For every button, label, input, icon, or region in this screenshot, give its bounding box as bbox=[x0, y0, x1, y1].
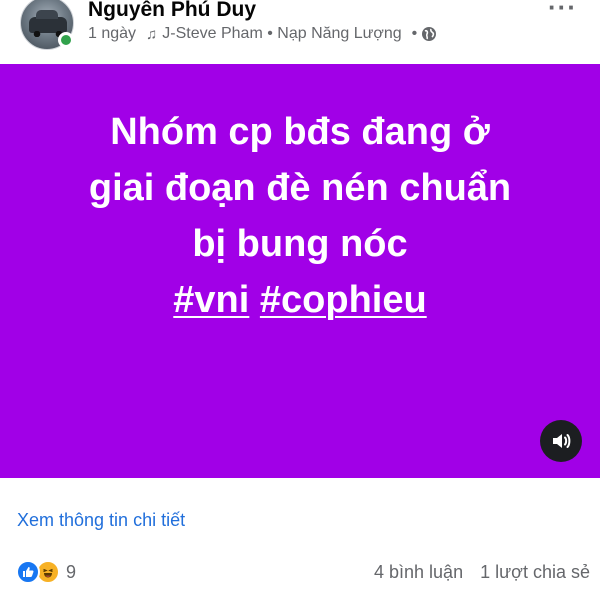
post-footer: 9 4 bình luận 1 lượt chia sẻ bbox=[0, 560, 600, 590]
like-icon bbox=[16, 560, 40, 584]
engagement-stats: 4 bình luận 1 lượt chia sẻ bbox=[374, 562, 590, 583]
post-text-line: giai đoạn đè nén chuẩn bbox=[88, 167, 512, 209]
share-count[interactable]: 1 lượt chia sẻ bbox=[480, 562, 590, 582]
hashtag-row: #vni #cophieu bbox=[60, 272, 540, 328]
reaction-summary[interactable]: 9 bbox=[16, 560, 76, 584]
post-meta: 1 ngày ♫ J-Steve Pham • Nạp Năng Lượng • bbox=[88, 25, 437, 43]
comment-count[interactable]: 4 bình luận bbox=[374, 562, 463, 582]
reaction-count: 9 bbox=[66, 561, 77, 582]
post-text: Nhóm cp bđs đang ở giai đoạn đè nén chuẩ… bbox=[60, 104, 540, 328]
hashtag-cophieu[interactable]: #cophieu bbox=[260, 279, 427, 321]
more-options-icon[interactable]: ··· bbox=[548, 0, 577, 20]
avatar-car-image bbox=[29, 10, 67, 37]
music-note-icon: ♫ bbox=[146, 25, 158, 43]
hashtag-vni[interactable]: #vni bbox=[173, 279, 249, 321]
globe-icon bbox=[421, 26, 437, 42]
online-status-indicator bbox=[58, 32, 74, 48]
post-text-line: Nhóm cp bđs đang ở bbox=[110, 111, 490, 153]
post-header: Nguyễn Phú Duy 1 ngày ♫ J-Steve Pham • N… bbox=[0, 0, 600, 64]
meta-separator: • bbox=[411, 25, 418, 42]
post-time[interactable]: 1 ngày bbox=[88, 25, 136, 43]
song-info[interactable]: J-Steve Pham • Nạp Năng Lượng bbox=[162, 25, 401, 43]
see-details-link[interactable]: Xem thông tin chi tiết bbox=[17, 510, 185, 531]
post-text-line: bị bung nóc bbox=[192, 223, 408, 265]
author-name[interactable]: Nguyễn Phú Duy bbox=[88, 0, 256, 22]
speaker-icon[interactable] bbox=[540, 420, 582, 462]
